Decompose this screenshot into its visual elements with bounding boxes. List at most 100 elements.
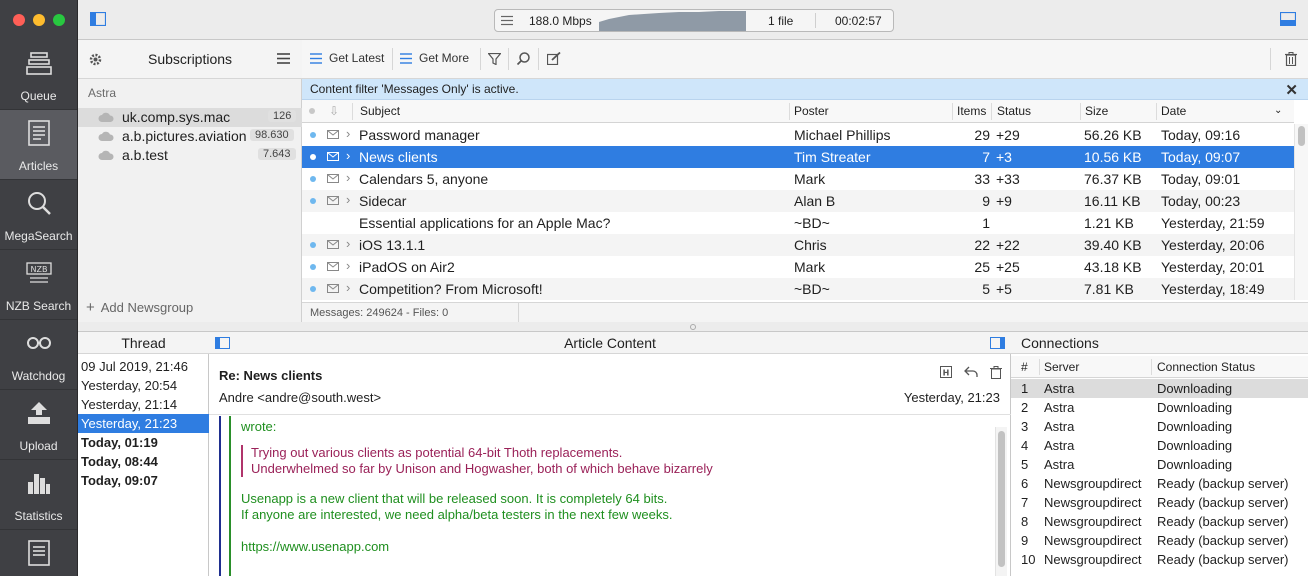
list-icon[interactable] [501,15,513,26]
rail-label: Statistics [14,509,63,523]
connection-number: 6 [1021,476,1029,491]
connection-row[interactable]: 9 Newsgroupdirect Ready (backup server) [1011,531,1308,550]
splitter-handle[interactable] [690,324,696,330]
scrollbar-thumb[interactable] [998,431,1005,567]
close-window-button[interactable] [13,14,25,26]
get-more-button[interactable]: Get More [400,51,469,65]
toolbar-divider [508,48,509,70]
connection-server: Newsgroupdirect [1044,495,1142,510]
column-server[interactable]: Server [1044,360,1079,374]
connection-row[interactable]: 3 Astra Downloading [1011,417,1308,436]
connection-row[interactable]: 8 Newsgroupdirect Ready (backup server) [1011,512,1308,531]
toolbar-divider [480,48,481,70]
column-size[interactable]: Size [1085,104,1108,118]
download-column-icon[interactable]: ⇩ [329,104,339,118]
connection-row[interactable]: 2 Astra Downloading [1011,398,1308,417]
column-date[interactable]: Date [1161,104,1186,118]
column-status[interactable]: Status [997,104,1031,118]
subscription-item[interactable]: uk.comp.sys.mac 126 [78,108,302,127]
sort-chevron-icon[interactable]: ⌄ [1274,105,1282,116]
connection-row[interactable]: 5 Astra Downloading [1011,455,1308,474]
expand-chevron-icon[interactable]: › [346,148,350,163]
thread-item[interactable]: 09 Jul 2019, 21:46 [78,357,209,376]
trash-icon[interactable] [1285,52,1297,66]
expand-chevron-icon[interactable]: › [346,236,350,251]
article-date: Today, 09:01 [1161,171,1241,187]
sidebar-toggle-icon[interactable] [90,12,106,26]
queue-icon [26,52,52,75]
article-subject: iPadOS on Air2 [359,259,455,275]
expand-chevron-icon[interactable]: › [346,170,350,185]
zoom-window-button[interactable] [53,14,65,26]
table-row[interactable]: › iPadOS on Air2 Mark 25 +25 43.18 KB Ye… [302,256,1294,278]
column-items[interactable]: Items [957,104,986,118]
compose-icon[interactable] [547,52,561,65]
thread-item[interactable]: Yesterday, 21:14 [78,395,209,414]
connection-number: 7 [1021,495,1029,510]
gear-icon[interactable] [88,52,103,67]
menu-icon[interactable] [277,53,290,64]
expand-chevron-icon[interactable]: › [346,258,350,273]
connection-row[interactable]: 10 Newsgroupdirect Ready (backup server) [1011,550,1308,569]
article-subject: Competition? From Microsoft! [359,281,543,297]
table-row[interactable]: › Password manager Michael Phillips 29 +… [302,124,1294,146]
connection-row[interactable]: 7 Newsgroupdirect Ready (backup server) [1011,493,1308,512]
table-row[interactable]: › Calendars 5, anyone Mark 33 +33 76.37 … [302,168,1294,190]
table-row[interactable]: › Competition? From Microsoft! ~BD~ 5 +5… [302,278,1294,300]
articles-icon [28,120,50,146]
table-row[interactable]: › News clients Tim Streater 7 +3 10.56 K… [302,146,1294,168]
search-icon[interactable] [517,52,530,65]
table-row[interactable]: Essential applications for an Apple Mac?… [302,212,1294,234]
connection-row[interactable]: 1 Astra Downloading [1011,379,1308,398]
connection-row[interactable]: 6 Newsgroupdirect Ready (backup server) [1011,474,1308,493]
rail-item-watchdog[interactable]: Watchdog [0,320,77,390]
table-row[interactable]: › Sidecar Alan B 9 +9 16.11 KB Today, 00… [302,190,1294,212]
connection-number: 5 [1021,457,1029,472]
pane-splitter[interactable] [78,322,1308,332]
connection-row[interactable]: 4 Astra Downloading [1011,436,1308,455]
get-latest-button[interactable]: Get Latest [310,51,384,65]
scrollbar-thumb[interactable] [1298,126,1305,146]
subscription-item[interactable]: a.b.test 7.643 [78,146,302,165]
unread-column-icon[interactable] [309,108,315,114]
article-status: +5 [996,281,1012,297]
quote-line: Underwhelmed so far by Unison and Hogwas… [251,461,713,476]
rail-item-articles[interactable]: Articles [0,110,77,180]
headers-icon[interactable]: H [940,366,952,378]
rail-item-more[interactable] [0,530,77,576]
article-date: Yesterday, 21:59 [1161,215,1265,231]
rail-item-upload[interactable]: Upload [0,390,77,460]
close-icon[interactable]: ✕ [1285,81,1298,99]
rail-item-statistics[interactable]: Statistics [0,460,77,530]
expand-chevron-icon[interactable]: › [346,192,350,207]
column-connection-status[interactable]: Connection Status [1157,360,1255,374]
articles-scrollbar[interactable] [1294,124,1308,300]
minimize-window-button[interactable] [33,14,45,26]
reply-icon[interactable] [964,366,978,378]
filter-icon[interactable] [488,53,501,65]
thread-item[interactable]: Today, 08:44 [78,452,209,471]
trash-icon[interactable] [990,366,1002,379]
expand-chevron-icon[interactable]: › [346,126,350,141]
bottom-panel-toggle-icon[interactable] [1280,12,1296,26]
table-row[interactable]: › iOS 13.1.1 Chris 22 +22 39.40 KB Yeste… [302,234,1294,256]
subscription-item[interactable]: a.b.pictures.aviation 98.630 [78,127,302,146]
column-divider [991,103,992,120]
upload-icon [28,402,50,424]
thread-item[interactable]: Yesterday, 21:23 [78,414,209,433]
rail-item-megasearch[interactable]: MegaSearch [0,180,77,250]
thread-item[interactable]: Yesterday, 20:54 [78,376,209,395]
article-scrollbar[interactable] [995,427,1007,576]
expand-chevron-icon[interactable]: › [346,280,350,295]
rail-item-nzb-search[interactable]: NZB NZB Search [0,250,77,320]
rail-item-queue[interactable]: Queue [0,40,77,110]
column-number[interactable]: # [1021,360,1028,374]
column-subject[interactable]: Subject [360,104,400,118]
thread-item[interactable]: Today, 09:07 [78,471,209,490]
thread-item[interactable]: Today, 01:19 [78,433,209,452]
column-poster[interactable]: Poster [794,104,829,118]
body-link[interactable]: https://www.usenapp.com [241,539,999,555]
connection-number: 9 [1021,533,1029,548]
add-newsgroup-button[interactable]: + Add Newsgroup [86,299,193,316]
right-panel-toggle-icon[interactable] [990,337,1005,349]
